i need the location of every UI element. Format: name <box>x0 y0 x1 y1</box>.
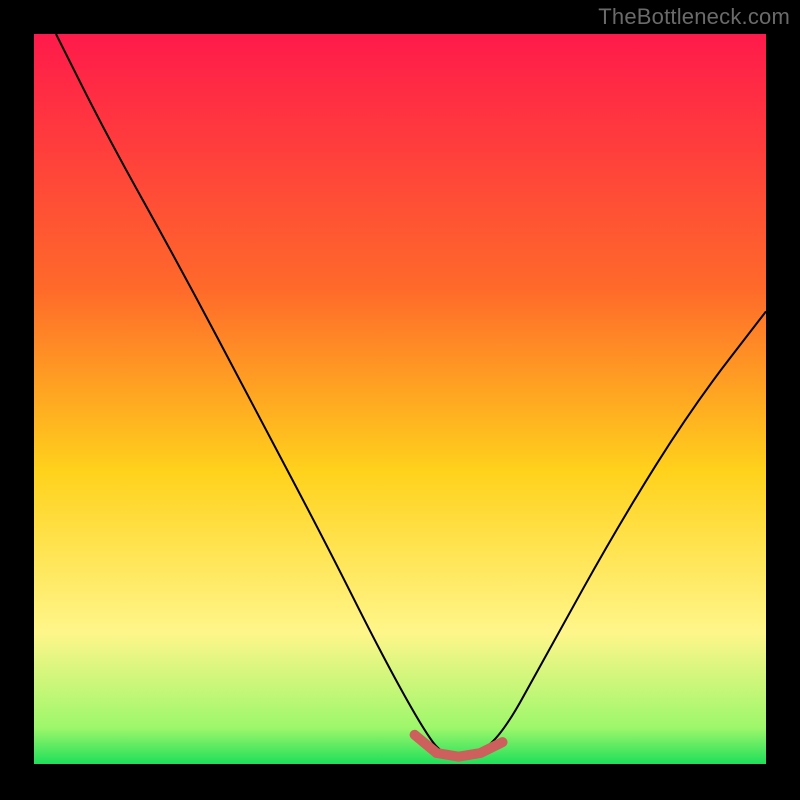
gradient-background <box>34 34 766 764</box>
chart-frame: TheBottleneck.com <box>0 0 800 800</box>
plot-svg <box>34 34 766 764</box>
bottleneck-plot <box>34 34 766 764</box>
watermark-text: TheBottleneck.com <box>598 4 790 30</box>
